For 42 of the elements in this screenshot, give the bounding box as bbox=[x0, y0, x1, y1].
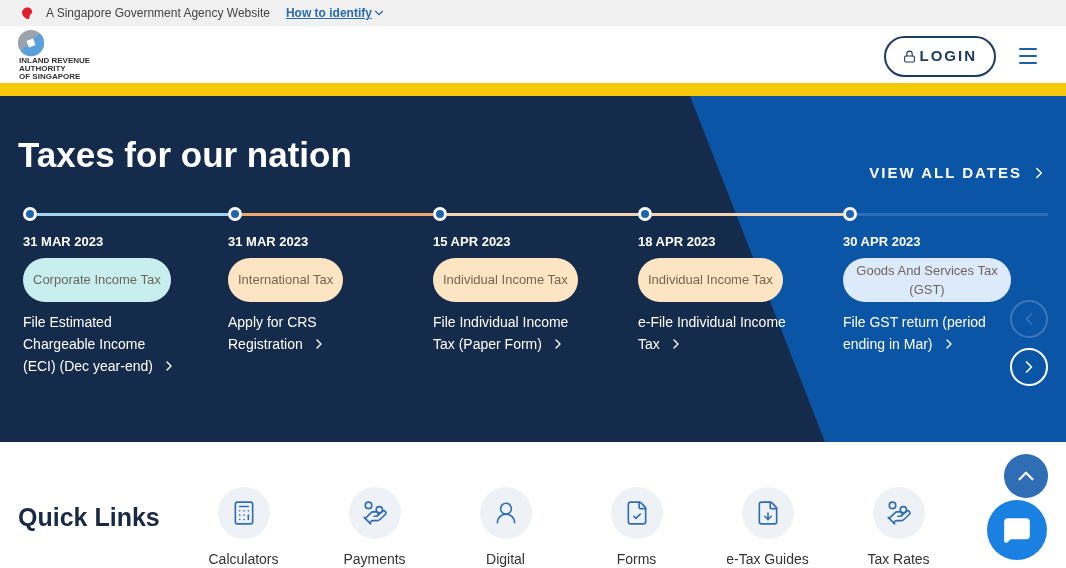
category-tag: Goods And Services Tax (GST) bbox=[843, 257, 1011, 302]
next-button[interactable] bbox=[1010, 348, 1048, 386]
date-label: 15 APR 2023 bbox=[433, 233, 512, 251]
hand-coin-icon bbox=[361, 500, 388, 526]
lock-icon bbox=[902, 49, 916, 63]
quick-link-label: Digital bbox=[486, 550, 525, 568]
quick-link-label: Tax Rates bbox=[867, 550, 930, 568]
category-tag: Individual Income Tax bbox=[433, 257, 578, 302]
category-tag: International Tax bbox=[228, 257, 344, 302]
deadline-link[interactable]: e-File Individual Income Tax bbox=[638, 310, 796, 355]
how-to-identify-link[interactable]: How to identify bbox=[285, 4, 386, 22]
view-all-dates-link[interactable]: VIEW ALL DATES bbox=[869, 161, 1048, 184]
quick-link[interactable]: Digital bbox=[440, 487, 571, 568]
date-label: 18 APR 2023 bbox=[638, 233, 717, 251]
deadline-link[interactable]: File Estimated Chargeable Income (ECI) (Dec year-end) bbox=[23, 310, 181, 377]
chat-button[interactable] bbox=[987, 500, 1047, 560]
banner-text: A Singapore Government Agency Website bbox=[46, 5, 270, 22]
quick-link[interactable]: Tax Rates bbox=[833, 487, 964, 568]
deadline-link[interactable]: File GST return (period ending in Mar) bbox=[843, 310, 1001, 355]
date-label: 31 MAR 2023 bbox=[228, 233, 310, 251]
date-label: 30 APR 2023 bbox=[843, 233, 922, 251]
quick-links-title: Quick Links bbox=[18, 502, 161, 533]
scroll-to-top-button[interactable] bbox=[1004, 454, 1048, 498]
quick-link[interactable]: Payments bbox=[309, 487, 440, 568]
chat-icon bbox=[1003, 516, 1031, 544]
quick-link-label: Payments bbox=[343, 550, 406, 568]
quick-link[interactable]: e-Tax Guides bbox=[702, 487, 833, 568]
quick-link-label: Calculators bbox=[208, 550, 279, 568]
category-tag: Individual Income Tax bbox=[638, 257, 783, 302]
quick-link-label: Forms bbox=[616, 550, 657, 568]
logo-text: INLAND REVENUE AUTHORITY OF SINGAPORE bbox=[19, 57, 91, 81]
logo-icon bbox=[17, 29, 45, 57]
login-button[interactable]: LOGIN bbox=[883, 35, 996, 77]
deadline-link[interactable]: File Individual Income Tax (Paper Form) bbox=[433, 310, 591, 355]
quick-link-label: e-Tax Guides bbox=[726, 550, 809, 568]
quick-link[interactable]: Forms bbox=[571, 487, 702, 568]
hand-coin-icon bbox=[885, 500, 912, 526]
quick-link[interactable]: Calculators bbox=[178, 487, 309, 568]
category-tag: Corporate Income Tax bbox=[23, 257, 171, 302]
deadline-link[interactable]: Apply for CRS Registration bbox=[228, 310, 386, 355]
date-label: 31 MAR 2023 bbox=[23, 233, 105, 251]
hero-title: Taxes for our nation bbox=[18, 134, 352, 176]
